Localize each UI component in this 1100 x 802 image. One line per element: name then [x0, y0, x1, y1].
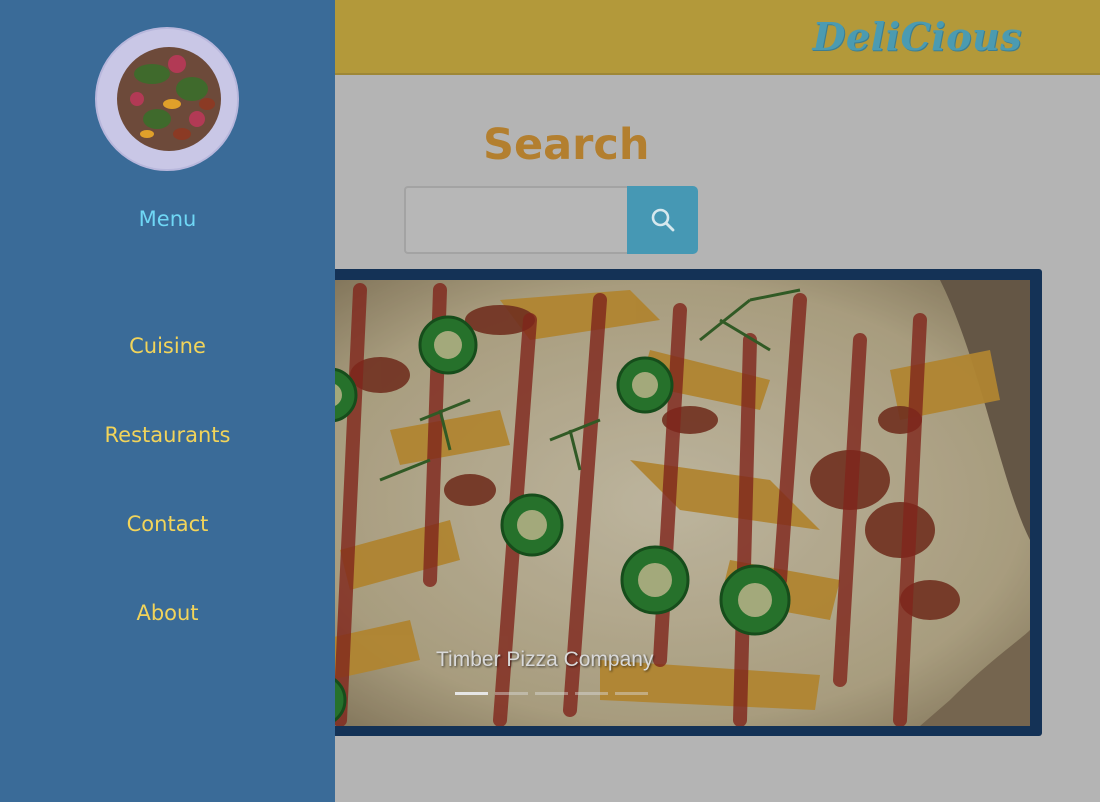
carousel-slide-image[interactable] [300, 280, 1030, 726]
carousel-indicator[interactable] [575, 692, 608, 695]
sidebar-item-restaurants[interactable]: Restaurants [0, 423, 335, 447]
search-icon [651, 208, 674, 232]
salad-image [99, 31, 237, 169]
sidebar-item-about[interactable]: About [0, 601, 335, 625]
carousel-indicator[interactable] [535, 692, 568, 695]
sidebar-menu: Menu Cuisine Restaurants Contact About [0, 0, 335, 802]
carousel-indicator[interactable] [455, 692, 488, 695]
search-input[interactable] [404, 186, 628, 254]
menu-title: Menu [138, 207, 197, 231]
avatar [95, 27, 239, 171]
carousel-indicators [455, 692, 648, 695]
carousel-indicator[interactable] [495, 692, 528, 695]
carousel-caption: Timber Pizza Company [436, 648, 654, 671]
carousel-indicator[interactable] [615, 692, 648, 695]
search-title: Search [483, 120, 650, 170]
sidebar-item-contact[interactable]: Contact [0, 512, 335, 536]
sidebar-item-cuisine[interactable]: Cuisine [0, 334, 335, 358]
search-button[interactable] [627, 186, 698, 254]
brand-logo[interactable]: DeliCious [812, 14, 1022, 59]
pizza-image [300, 280, 1030, 726]
